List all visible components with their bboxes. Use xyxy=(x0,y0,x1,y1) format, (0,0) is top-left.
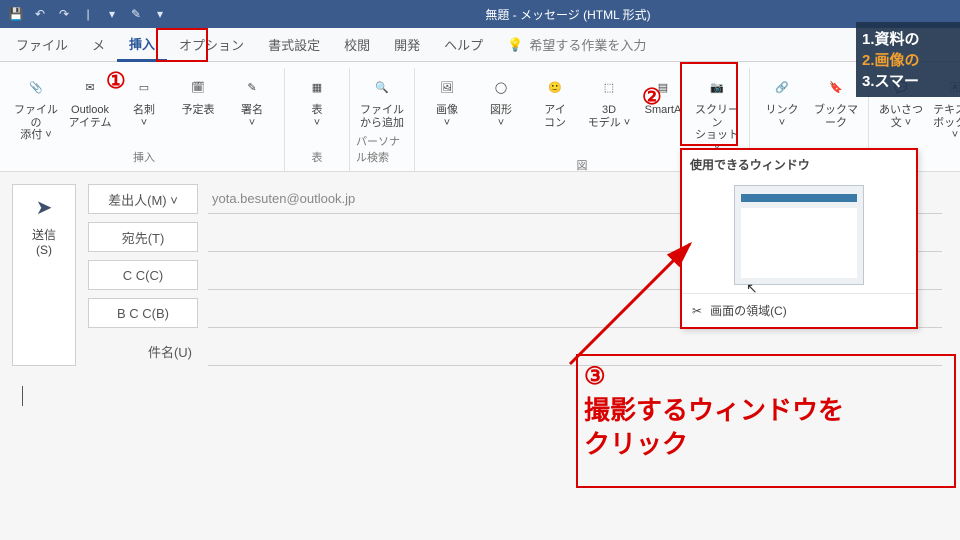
send-label: 送信 (S) xyxy=(32,226,56,257)
from-button[interactable]: 差出人(M) ˅ xyxy=(88,184,198,214)
redo-icon[interactable]: ↷ xyxy=(56,6,72,22)
highlight-insert-tab xyxy=(156,28,208,62)
screen-region-option[interactable]: ✂ 画面の領域(C) xyxy=(682,293,916,327)
calendar-button[interactable]: 🗓予定表 xyxy=(172,68,224,147)
envelope-icon: ✉︎ xyxy=(75,72,105,102)
overlay-line-1: 1.資料の xyxy=(862,28,954,49)
cube-icon: ⬚ xyxy=(594,72,624,102)
subject-label: 件名(U) xyxy=(88,342,198,361)
group-personal: 🔍ファイル から追加 パーソナル検索 xyxy=(350,68,415,171)
lightbulb-icon: 💡 xyxy=(507,37,523,53)
overlay-line-2: 2.画像の xyxy=(862,49,954,70)
touch-icon[interactable]: ✎ xyxy=(128,6,144,22)
title-bar: 💾 ↶ ↷ | ▾ ✎ ▾ 無題 - メッセージ (HTML 形式) xyxy=(0,0,960,28)
tab-developer[interactable]: 開発 xyxy=(382,29,432,60)
file-search-icon: 🔍 xyxy=(367,72,397,102)
table-button[interactable]: ▦表 ˅ xyxy=(291,68,343,147)
bcc-button[interactable]: B C C(B) xyxy=(88,298,198,328)
window-title: 無題 - メッセージ (HTML 形式) xyxy=(176,6,960,23)
cc-button[interactable]: C C(C) xyxy=(88,260,198,290)
annotation-1: ① xyxy=(106,68,126,94)
shapes-button[interactable]: ◯図形 ˅ xyxy=(475,68,527,155)
annotation-2: ② xyxy=(642,84,662,110)
link-icon: 🔗 xyxy=(767,72,797,102)
tab-help[interactable]: ヘルプ xyxy=(432,29,495,60)
screenshot-dropdown: 使用できるウィンドウ ✂ 画面の領域(C) xyxy=(680,148,918,329)
screen-region-label: 画面の領域(C) xyxy=(710,302,787,319)
cursor-icon: ↖ xyxy=(746,280,758,297)
group-label-figure: 図 xyxy=(577,155,588,177)
send-icon: ➤ xyxy=(36,195,53,220)
tell-me-text: 希望する作業を入力 xyxy=(529,35,646,54)
group-label-text xyxy=(926,151,929,169)
bookmark-icon: 🔖 xyxy=(821,72,851,102)
qat-dropdown-icon[interactable]: ▾ xyxy=(152,6,168,22)
picture-icon: 🖼 xyxy=(432,72,462,102)
pen-icon: ✎ xyxy=(237,72,267,102)
undo-icon[interactable]: ↶ xyxy=(32,6,48,22)
crop-icon: ✂ xyxy=(692,304,702,318)
attach-file-button[interactable]: 📎ファイルの 添付 ˅ xyxy=(10,68,62,147)
paperclip-icon: 📎 xyxy=(21,72,51,102)
to-button[interactable]: 宛先(T) xyxy=(88,222,198,252)
signature-button[interactable]: ✎署名 ˅ xyxy=(226,68,278,147)
customize-icon[interactable]: ▾ xyxy=(104,6,120,22)
group-label-insert: 挿入 xyxy=(133,147,155,169)
window-thumbnail[interactable] xyxy=(734,185,864,285)
group-label-table: 表 xyxy=(312,147,323,169)
group-label-personal: パーソナル検索 xyxy=(356,131,408,169)
emoji-icon: 🙂 xyxy=(540,72,570,102)
card-icon: ▭ xyxy=(129,72,159,102)
tab-message[interactable]: メ xyxy=(80,29,117,60)
divider: | xyxy=(80,6,96,22)
tell-me[interactable]: 💡 希望する作業を入力 xyxy=(507,35,646,54)
ribbon-tabs: ファイル メ 挿入 オプション 書式設定 校閲 開発 ヘルプ 💡 希望する作業を… xyxy=(0,28,960,62)
quick-access-toolbar: 💾 ↶ ↷ | ▾ ✎ ▾ xyxy=(0,6,176,22)
3dmodel-button[interactable]: ⬚3D モデル ˅ xyxy=(583,68,635,155)
image-button[interactable]: 🖼画像 ˅ xyxy=(421,68,473,155)
save-icon[interactable]: 💾 xyxy=(8,6,24,22)
text-cursor xyxy=(22,386,23,406)
table-icon: ▦ xyxy=(302,72,332,102)
send-button[interactable]: ➤ 送信 (S) xyxy=(12,184,76,366)
tab-format[interactable]: 書式設定 xyxy=(256,29,332,60)
dropdown-header: 使用できるウィンドウ xyxy=(682,150,916,179)
overlay-line-3: 3.スマー xyxy=(862,70,954,91)
shapes-icon: ◯ xyxy=(486,72,516,102)
icons-button[interactable]: 🙂アイ コン xyxy=(529,68,581,155)
calendar-icon: 🗓 xyxy=(183,72,213,102)
bookmark-button[interactable]: 🔖ブックマーク xyxy=(810,68,862,151)
callout-text: 撮影するウィンドウを クリック xyxy=(584,394,844,462)
group-insert: 📎ファイルの 添付 ˅ ✉︎Outlook アイテム ▭名刺 ˅ 🗓予定表 ✎署… xyxy=(4,68,285,171)
business-card-button[interactable]: ▭名刺 ˅ xyxy=(118,68,170,147)
tab-file[interactable]: ファイル xyxy=(4,29,80,60)
add-from-file-button[interactable]: 🔍ファイル から追加 xyxy=(356,68,408,131)
annotation-3: ③ xyxy=(584,362,606,391)
group-table: ▦表 ˅ 表 xyxy=(285,68,350,171)
side-overlay: 1.資料の 2.画像の 3.スマー xyxy=(856,22,960,97)
tab-review[interactable]: 校閲 xyxy=(332,29,382,60)
highlight-screenshot-button xyxy=(680,62,738,146)
link-button[interactable]: 🔗リンク ˅ xyxy=(756,68,808,151)
